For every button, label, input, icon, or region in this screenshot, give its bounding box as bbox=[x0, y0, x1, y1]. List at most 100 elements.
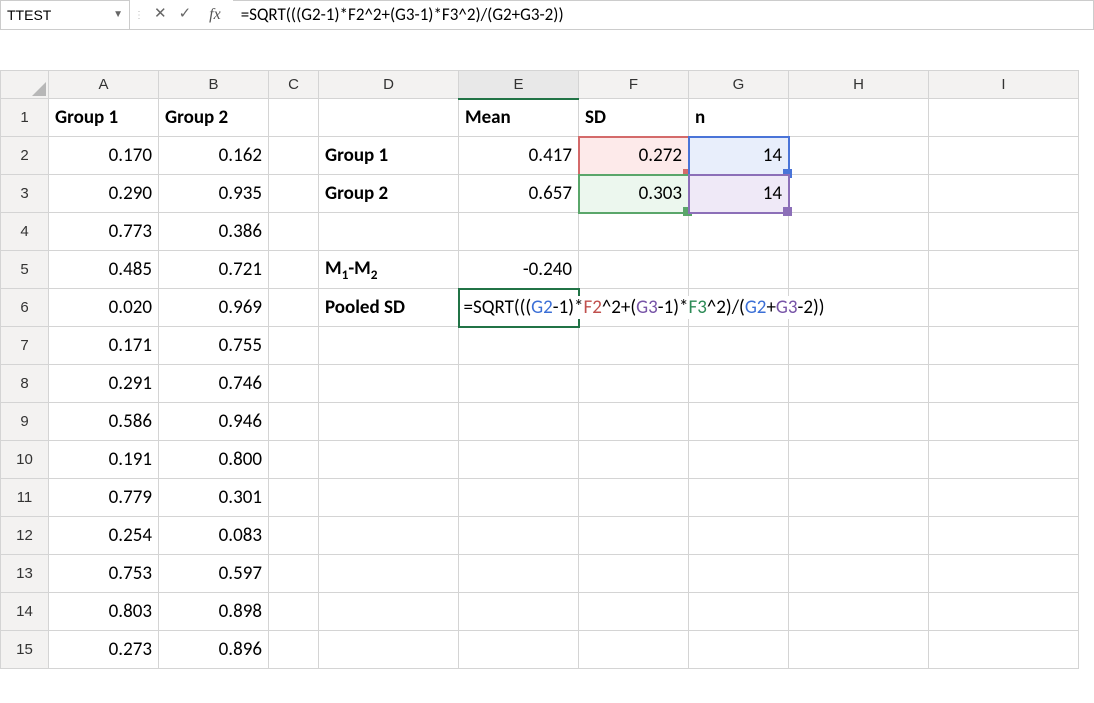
cell-B7[interactable]: 0.755 bbox=[159, 327, 269, 365]
cell-C6[interactable] bbox=[269, 289, 319, 327]
row-header[interactable]: 1 bbox=[1, 99, 49, 137]
name-box-dropdown-icon[interactable]: ▼ bbox=[113, 9, 123, 20]
col-header-H[interactable]: H bbox=[789, 71, 929, 99]
cell-D15[interactable] bbox=[319, 631, 459, 669]
name-box[interactable]: TTEST ▼ bbox=[0, 0, 130, 30]
cell-A3[interactable]: 0.290 bbox=[49, 175, 159, 213]
cell-I4[interactable] bbox=[929, 213, 1079, 251]
cell-G15[interactable] bbox=[689, 631, 789, 669]
cell-E5[interactable]: -0.240 bbox=[459, 251, 579, 289]
cell-F8[interactable] bbox=[579, 365, 689, 403]
cell-A14[interactable]: 0.803 bbox=[49, 593, 159, 631]
cell-A5[interactable]: 0.485 bbox=[49, 251, 159, 289]
cell-C10[interactable] bbox=[269, 441, 319, 479]
cell-D12[interactable] bbox=[319, 517, 459, 555]
cell-G3[interactable]: 14 bbox=[689, 175, 789, 213]
cell-D4[interactable] bbox=[319, 213, 459, 251]
row-header[interactable]: 10 bbox=[1, 441, 49, 479]
cell-I7[interactable] bbox=[929, 327, 1079, 365]
cell-H5[interactable] bbox=[789, 251, 929, 289]
select-all-corner[interactable] bbox=[1, 71, 49, 99]
cell-F3[interactable]: 0.303 bbox=[579, 175, 689, 213]
cell-G7[interactable] bbox=[689, 327, 789, 365]
cell-H12[interactable] bbox=[789, 517, 929, 555]
cell-B4[interactable]: 0.386 bbox=[159, 213, 269, 251]
cell-D3[interactable]: Group 2 bbox=[319, 175, 459, 213]
cell-G11[interactable] bbox=[689, 479, 789, 517]
cell-A8[interactable]: 0.291 bbox=[49, 365, 159, 403]
enter-icon[interactable]: ✓ bbox=[179, 7, 192, 22]
cell-F5[interactable] bbox=[579, 251, 689, 289]
cell-A4[interactable]: 0.773 bbox=[49, 213, 159, 251]
cell-H2[interactable] bbox=[789, 137, 929, 175]
cell-H6[interactable] bbox=[789, 289, 929, 327]
cell-A7[interactable]: 0.171 bbox=[49, 327, 159, 365]
cell-A1[interactable]: Group 1 bbox=[49, 99, 159, 137]
row-header[interactable]: 3 bbox=[1, 175, 49, 213]
cell-B5[interactable]: 0.721 bbox=[159, 251, 269, 289]
row-header[interactable]: 13 bbox=[1, 555, 49, 593]
cell-G1[interactable]: n bbox=[689, 99, 789, 137]
formula-input[interactable]: =SQRT(((G2-1)*F2^2+(G3-1)*F3^2)/(G2+G3-2… bbox=[233, 0, 1094, 30]
col-header-C[interactable]: C bbox=[269, 71, 319, 99]
cell-D14[interactable] bbox=[319, 593, 459, 631]
cell-B12[interactable]: 0.083 bbox=[159, 517, 269, 555]
cell-C8[interactable] bbox=[269, 365, 319, 403]
cell-F4[interactable] bbox=[579, 213, 689, 251]
cell-H1[interactable] bbox=[789, 99, 929, 137]
col-header-A[interactable]: A bbox=[49, 71, 159, 99]
cancel-icon[interactable]: ✕ bbox=[154, 7, 167, 22]
cell-B1[interactable]: Group 2 bbox=[159, 99, 269, 137]
cell-C11[interactable] bbox=[269, 479, 319, 517]
cell-B14[interactable]: 0.898 bbox=[159, 593, 269, 631]
cell-G8[interactable] bbox=[689, 365, 789, 403]
cell-E11[interactable] bbox=[459, 479, 579, 517]
row-header[interactable]: 12 bbox=[1, 517, 49, 555]
cell-D9[interactable] bbox=[319, 403, 459, 441]
col-header-B[interactable]: B bbox=[159, 71, 269, 99]
cell-H9[interactable] bbox=[789, 403, 929, 441]
cell-E15[interactable] bbox=[459, 631, 579, 669]
cell-E3[interactable]: 0.657 bbox=[459, 175, 579, 213]
cell-B2[interactable]: 0.162 bbox=[159, 137, 269, 175]
cell-C2[interactable] bbox=[269, 137, 319, 175]
cell-I6[interactable] bbox=[929, 289, 1079, 327]
cell-D6[interactable]: Pooled SD bbox=[319, 289, 459, 327]
col-header-F[interactable]: F bbox=[579, 71, 689, 99]
cell-B9[interactable]: 0.946 bbox=[159, 403, 269, 441]
cell-F2[interactable]: 0.272 bbox=[579, 137, 689, 175]
cell-E6[interactable] bbox=[459, 289, 579, 327]
row-header[interactable]: 11 bbox=[1, 479, 49, 517]
cell-D7[interactable] bbox=[319, 327, 459, 365]
cell-E1[interactable]: Mean bbox=[459, 99, 579, 137]
cell-H13[interactable] bbox=[789, 555, 929, 593]
cell-A2[interactable]: 0.170 bbox=[49, 137, 159, 175]
cell-H8[interactable] bbox=[789, 365, 929, 403]
cell-I2[interactable] bbox=[929, 137, 1079, 175]
cell-G5[interactable] bbox=[689, 251, 789, 289]
cell-C3[interactable] bbox=[269, 175, 319, 213]
cell-E14[interactable] bbox=[459, 593, 579, 631]
cell-A11[interactable]: 0.779 bbox=[49, 479, 159, 517]
cell-F1[interactable]: SD bbox=[579, 99, 689, 137]
cell-F6[interactable] bbox=[579, 289, 689, 327]
cell-E9[interactable] bbox=[459, 403, 579, 441]
cell-G2[interactable]: 14 bbox=[689, 137, 789, 175]
cell-D5[interactable]: M1-M2 bbox=[319, 251, 459, 289]
cell-F13[interactable] bbox=[579, 555, 689, 593]
cell-C4[interactable] bbox=[269, 213, 319, 251]
cell-C9[interactable] bbox=[269, 403, 319, 441]
cell-A9[interactable]: 0.586 bbox=[49, 403, 159, 441]
cell-E4[interactable] bbox=[459, 213, 579, 251]
row-header[interactable]: 2 bbox=[1, 137, 49, 175]
cell-A15[interactable]: 0.273 bbox=[49, 631, 159, 669]
spreadsheet-grid[interactable]: A B C D E F G H I 1 Group 1 Group 2 Mean… bbox=[0, 70, 1094, 669]
cell-I13[interactable] bbox=[929, 555, 1079, 593]
cell-D2[interactable]: Group 1 bbox=[319, 137, 459, 175]
cell-G4[interactable] bbox=[689, 213, 789, 251]
cell-C15[interactable] bbox=[269, 631, 319, 669]
cell-I1[interactable] bbox=[929, 99, 1079, 137]
cell-H11[interactable] bbox=[789, 479, 929, 517]
row-header[interactable]: 4 bbox=[1, 213, 49, 251]
cell-H7[interactable] bbox=[789, 327, 929, 365]
